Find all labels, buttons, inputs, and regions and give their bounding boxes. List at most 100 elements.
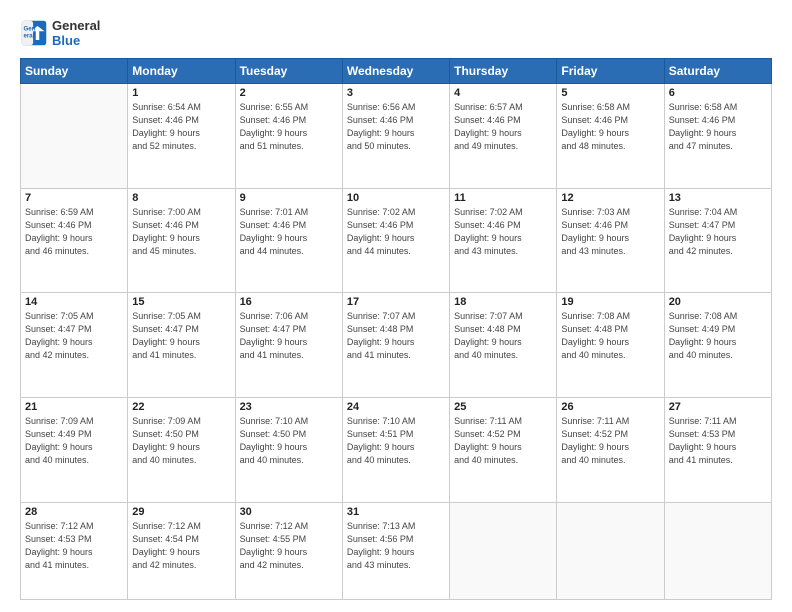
day-number: 8 <box>132 192 230 204</box>
day-number: 21 <box>25 401 123 413</box>
calendar-header-row: SundayMondayTuesdayWednesdayThursdayFrid… <box>21 59 772 84</box>
day-number: 2 <box>240 87 338 99</box>
calendar-cell: 15 Sunrise: 7:05 AM Sunset: 4:47 PM Dayli… <box>128 293 235 398</box>
calendar-cell: 2 Sunrise: 6:55 AM Sunset: 4:46 PM Daylig… <box>235 84 342 189</box>
calendar-cell: 26 Sunrise: 7:11 AM Sunset: 4:52 PM Dayli… <box>557 397 664 502</box>
day-number: 16 <box>240 296 338 308</box>
day-info: Sunrise: 7:05 AM Sunset: 4:47 PM Dayligh… <box>25 310 123 362</box>
day-number: 29 <box>132 506 230 518</box>
logo: Gen eral General Blue <box>20 18 100 48</box>
col-header-saturday: Saturday <box>664 59 771 84</box>
calendar-cell: 23 Sunrise: 7:10 AM Sunset: 4:50 PM Dayli… <box>235 397 342 502</box>
day-number: 13 <box>669 192 767 204</box>
calendar-week-2: 14 Sunrise: 7:05 AM Sunset: 4:47 PM Dayli… <box>21 293 772 398</box>
calendar-cell: 1Sunrise: 6:54 AM Sunset: 4:46 PM Daylig… <box>128 84 235 189</box>
day-info: Sunrise: 7:03 AM Sunset: 4:46 PM Dayligh… <box>561 206 659 258</box>
day-info: Sunrise: 7:08 AM Sunset: 4:48 PM Dayligh… <box>561 310 659 362</box>
day-number: 25 <box>454 401 552 413</box>
calendar-week-4: 28 Sunrise: 7:12 AM Sunset: 4:53 PM Dayli… <box>21 502 772 599</box>
day-info: Sunrise: 7:13 AM Sunset: 4:56 PM Dayligh… <box>347 520 445 572</box>
calendar-cell: 20 Sunrise: 7:08 AM Sunset: 4:49 PM Dayli… <box>664 293 771 398</box>
day-info: Sunrise: 7:09 AM Sunset: 4:49 PM Dayligh… <box>25 415 123 467</box>
day-number: 20 <box>669 296 767 308</box>
day-info: Sunrise: 6:56 AM Sunset: 4:46 PM Dayligh… <box>347 101 445 153</box>
day-number: 15 <box>132 296 230 308</box>
day-info: Sunrise: 7:02 AM Sunset: 4:46 PM Dayligh… <box>454 206 552 258</box>
calendar-cell <box>21 84 128 189</box>
day-number: 18 <box>454 296 552 308</box>
col-header-sunday: Sunday <box>21 59 128 84</box>
calendar-cell: 3 Sunrise: 6:56 AM Sunset: 4:46 PM Daylig… <box>342 84 449 189</box>
calendar-cell: 13 Sunrise: 7:04 AM Sunset: 4:47 PM Dayli… <box>664 188 771 293</box>
day-info: Sunrise: 7:06 AM Sunset: 4:47 PM Dayligh… <box>240 310 338 362</box>
day-number: 4 <box>454 87 552 99</box>
day-info: Sunrise: 6:59 AM Sunset: 4:46 PM Dayligh… <box>25 206 123 258</box>
day-info: Sunrise: 7:12 AM Sunset: 4:54 PM Dayligh… <box>132 520 230 572</box>
day-info: Sunrise: 7:07 AM Sunset: 4:48 PM Dayligh… <box>454 310 552 362</box>
calendar-cell: 4 Sunrise: 6:57 AM Sunset: 4:46 PM Daylig… <box>450 84 557 189</box>
day-number: 11 <box>454 192 552 204</box>
day-info: Sunrise: 7:05 AM Sunset: 4:47 PM Dayligh… <box>132 310 230 362</box>
calendar-cell: 9 Sunrise: 7:01 AM Sunset: 4:46 PM Daylig… <box>235 188 342 293</box>
calendar-week-3: 21 Sunrise: 7:09 AM Sunset: 4:49 PM Dayli… <box>21 397 772 502</box>
calendar-cell: 5 Sunrise: 6:58 AM Sunset: 4:46 PM Daylig… <box>557 84 664 189</box>
day-info: Sunrise: 7:00 AM Sunset: 4:46 PM Dayligh… <box>132 206 230 258</box>
day-number: 5 <box>561 87 659 99</box>
day-number: 17 <box>347 296 445 308</box>
calendar-cell: 6Sunrise: 6:58 AM Sunset: 4:46 PM Daylig… <box>664 84 771 189</box>
calendar-cell: 22Sunrise: 7:09 AM Sunset: 4:50 PM Dayli… <box>128 397 235 502</box>
calendar-cell: 31Sunrise: 7:13 AM Sunset: 4:56 PM Dayli… <box>342 502 449 599</box>
calendar-cell: 25 Sunrise: 7:11 AM Sunset: 4:52 PM Dayli… <box>450 397 557 502</box>
day-info: Sunrise: 7:12 AM Sunset: 4:53 PM Dayligh… <box>25 520 123 572</box>
day-number: 28 <box>25 506 123 518</box>
calendar-cell: 7Sunrise: 6:59 AM Sunset: 4:46 PM Daylig… <box>21 188 128 293</box>
col-header-thursday: Thursday <box>450 59 557 84</box>
logo-icon: Gen eral <box>20 19 48 47</box>
calendar-cell: 27Sunrise: 7:11 AM Sunset: 4:53 PM Dayli… <box>664 397 771 502</box>
day-info: Sunrise: 6:55 AM Sunset: 4:46 PM Dayligh… <box>240 101 338 153</box>
day-number: 24 <box>347 401 445 413</box>
day-info: Sunrise: 7:01 AM Sunset: 4:46 PM Dayligh… <box>240 206 338 258</box>
day-info: Sunrise: 6:58 AM Sunset: 4:46 PM Dayligh… <box>561 101 659 153</box>
svg-text:eral: eral <box>24 32 35 39</box>
calendar-cell: 24Sunrise: 7:10 AM Sunset: 4:51 PM Dayli… <box>342 397 449 502</box>
calendar-cell: 18 Sunrise: 7:07 AM Sunset: 4:48 PM Dayli… <box>450 293 557 398</box>
day-info: Sunrise: 7:10 AM Sunset: 4:50 PM Dayligh… <box>240 415 338 467</box>
day-info: Sunrise: 6:57 AM Sunset: 4:46 PM Dayligh… <box>454 101 552 153</box>
day-number: 30 <box>240 506 338 518</box>
day-number: 10 <box>347 192 445 204</box>
calendar-cell <box>557 502 664 599</box>
day-number: 19 <box>561 296 659 308</box>
day-info: Sunrise: 7:11 AM Sunset: 4:52 PM Dayligh… <box>561 415 659 467</box>
col-header-tuesday: Tuesday <box>235 59 342 84</box>
calendar-week-1: 7Sunrise: 6:59 AM Sunset: 4:46 PM Daylig… <box>21 188 772 293</box>
calendar-cell: 10Sunrise: 7:02 AM Sunset: 4:46 PM Dayli… <box>342 188 449 293</box>
day-info: Sunrise: 7:11 AM Sunset: 4:52 PM Dayligh… <box>454 415 552 467</box>
calendar-cell: 30Sunrise: 7:12 AM Sunset: 4:55 PM Dayli… <box>235 502 342 599</box>
day-info: Sunrise: 7:04 AM Sunset: 4:47 PM Dayligh… <box>669 206 767 258</box>
day-number: 6 <box>669 87 767 99</box>
calendar-week-0: 1Sunrise: 6:54 AM Sunset: 4:46 PM Daylig… <box>21 84 772 189</box>
calendar-cell: 29 Sunrise: 7:12 AM Sunset: 4:54 PM Dayli… <box>128 502 235 599</box>
day-number: 1 <box>132 87 230 99</box>
col-header-friday: Friday <box>557 59 664 84</box>
calendar-cell: 11 Sunrise: 7:02 AM Sunset: 4:46 PM Dayli… <box>450 188 557 293</box>
day-info: Sunrise: 7:08 AM Sunset: 4:49 PM Dayligh… <box>669 310 767 362</box>
calendar-cell: 19 Sunrise: 7:08 AM Sunset: 4:48 PM Dayli… <box>557 293 664 398</box>
day-number: 9 <box>240 192 338 204</box>
day-number: 26 <box>561 401 659 413</box>
page: Gen eral General Blue SundayMondayTuesda… <box>0 0 792 612</box>
day-number: 23 <box>240 401 338 413</box>
col-header-wednesday: Wednesday <box>342 59 449 84</box>
calendar-cell <box>664 502 771 599</box>
svg-text:Gen: Gen <box>24 25 36 32</box>
day-number: 12 <box>561 192 659 204</box>
day-number: 3 <box>347 87 445 99</box>
calendar-cell: 14 Sunrise: 7:05 AM Sunset: 4:47 PM Dayli… <box>21 293 128 398</box>
calendar-cell: 21 Sunrise: 7:09 AM Sunset: 4:49 PM Dayli… <box>21 397 128 502</box>
day-info: Sunrise: 7:09 AM Sunset: 4:50 PM Dayligh… <box>132 415 230 467</box>
day-number: 27 <box>669 401 767 413</box>
calendar-cell: 17Sunrise: 7:07 AM Sunset: 4:48 PM Dayli… <box>342 293 449 398</box>
day-number: 14 <box>25 296 123 308</box>
calendar-cell <box>450 502 557 599</box>
